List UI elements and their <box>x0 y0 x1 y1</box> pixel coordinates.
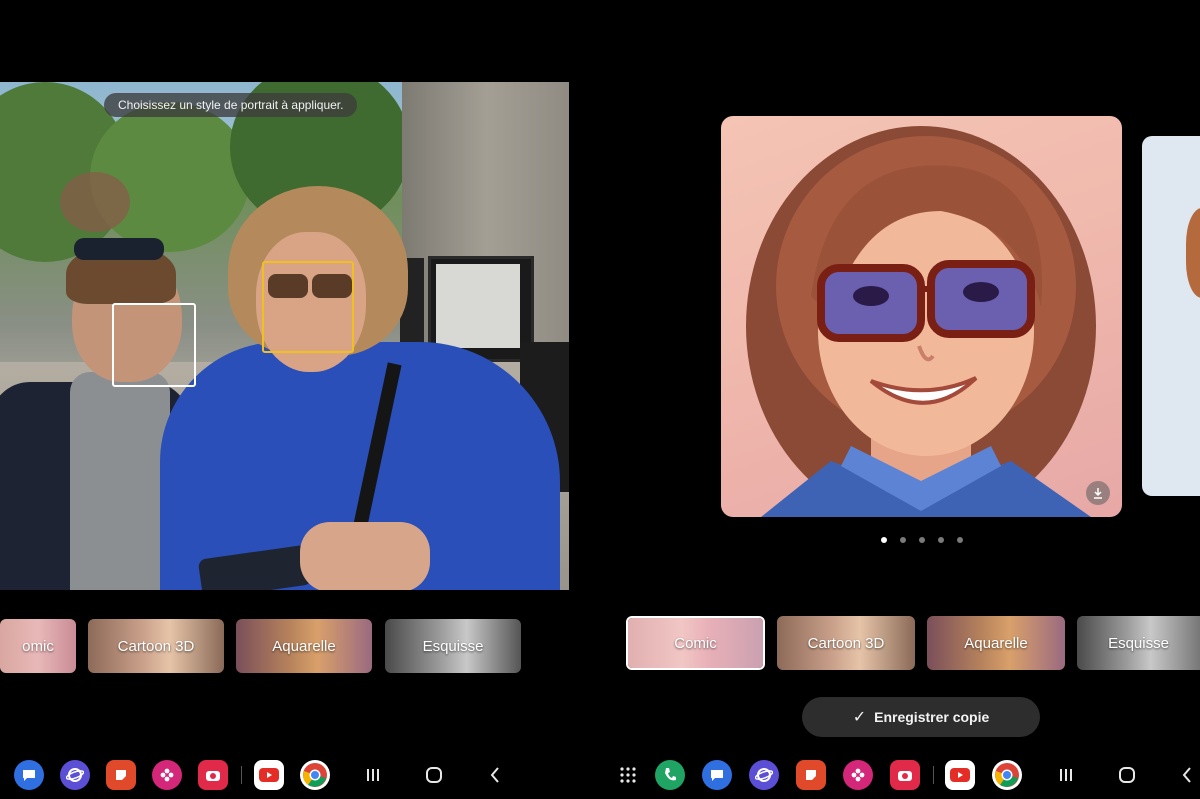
save-copy-button[interactable]: ✓ Enregistrer copie <box>802 697 1040 737</box>
download-icon[interactable] <box>1086 481 1110 505</box>
next-portrait-preview[interactable] <box>1142 136 1200 496</box>
internet-icon[interactable] <box>749 760 779 790</box>
camera-icon[interactable] <box>890 760 920 790</box>
youtube-icon[interactable] <box>254 760 284 790</box>
taskbar-separator <box>933 766 934 784</box>
style-chip-esquisse[interactable]: Esquisse <box>1077 616 1200 670</box>
page-dot-4[interactable] <box>938 537 944 543</box>
messages-icon[interactable] <box>702 760 732 790</box>
style-chip-label: Esquisse <box>422 637 484 655</box>
back-icon[interactable] <box>482 762 508 788</box>
messages-icon[interactable] <box>14 760 44 790</box>
gallery-flower-icon[interactable] <box>843 760 873 790</box>
style-chip-label: Esquisse <box>1108 634 1169 652</box>
home-icon[interactable] <box>1114 762 1140 788</box>
camera-icon[interactable] <box>198 760 228 790</box>
selected-face-detection-box[interactable] <box>262 261 354 353</box>
chrome-icon[interactable] <box>300 760 330 790</box>
internet-icon[interactable] <box>60 760 90 790</box>
style-hint-toast: Choisissez un style de portrait à appliq… <box>104 93 358 117</box>
style-chip-comic-selected[interactable]: Comic <box>626 616 765 670</box>
style-chip-label: Cartoon 3D <box>117 637 195 655</box>
phone-icon[interactable] <box>655 760 685 790</box>
recents-icon[interactable] <box>360 762 386 788</box>
chrome-icon[interactable] <box>992 760 1022 790</box>
back-icon[interactable] <box>1174 762 1200 788</box>
style-chip-cartoon-3d[interactable]: Cartoon 3D <box>88 619 224 673</box>
face-detection-box[interactable] <box>112 303 196 387</box>
recents-icon[interactable] <box>1053 762 1079 788</box>
taskbar-separator <box>241 766 242 784</box>
style-chip-label: Comic <box>674 634 717 652</box>
notes-icon[interactable] <box>796 760 826 790</box>
style-chip-label: omic <box>22 637 54 655</box>
page-dot-2[interactable] <box>900 537 906 543</box>
style-chip-esquisse[interactable]: Esquisse <box>385 619 521 673</box>
page-dot-5[interactable] <box>957 537 963 543</box>
save-copy-label: Enregistrer copie <box>874 709 990 725</box>
app-drawer-icon[interactable] <box>615 762 641 788</box>
style-chip-comic[interactable]: omic <box>0 619 76 673</box>
style-chip-label: Aquarelle <box>964 634 1028 652</box>
page-dot-1[interactable] <box>881 537 887 543</box>
page-dot-3[interactable] <box>919 537 925 543</box>
style-chip-aquarelle[interactable]: Aquarelle <box>927 616 1065 670</box>
comic-portrait-illustration <box>746 126 1096 517</box>
check-icon: ✓ <box>852 709 867 726</box>
gallery-flower-icon[interactable] <box>152 760 182 790</box>
style-chip-label: Cartoon 3D <box>807 634 885 652</box>
stylized-portrait-preview[interactable] <box>721 116 1122 517</box>
style-chip-label: Aquarelle <box>272 637 336 655</box>
style-chip-cartoon-3d[interactable]: Cartoon 3D <box>777 616 915 670</box>
style-chip-aquarelle[interactable]: Aquarelle <box>236 619 372 673</box>
notes-icon[interactable] <box>106 760 136 790</box>
youtube-icon[interactable] <box>945 760 975 790</box>
home-icon[interactable] <box>421 762 447 788</box>
